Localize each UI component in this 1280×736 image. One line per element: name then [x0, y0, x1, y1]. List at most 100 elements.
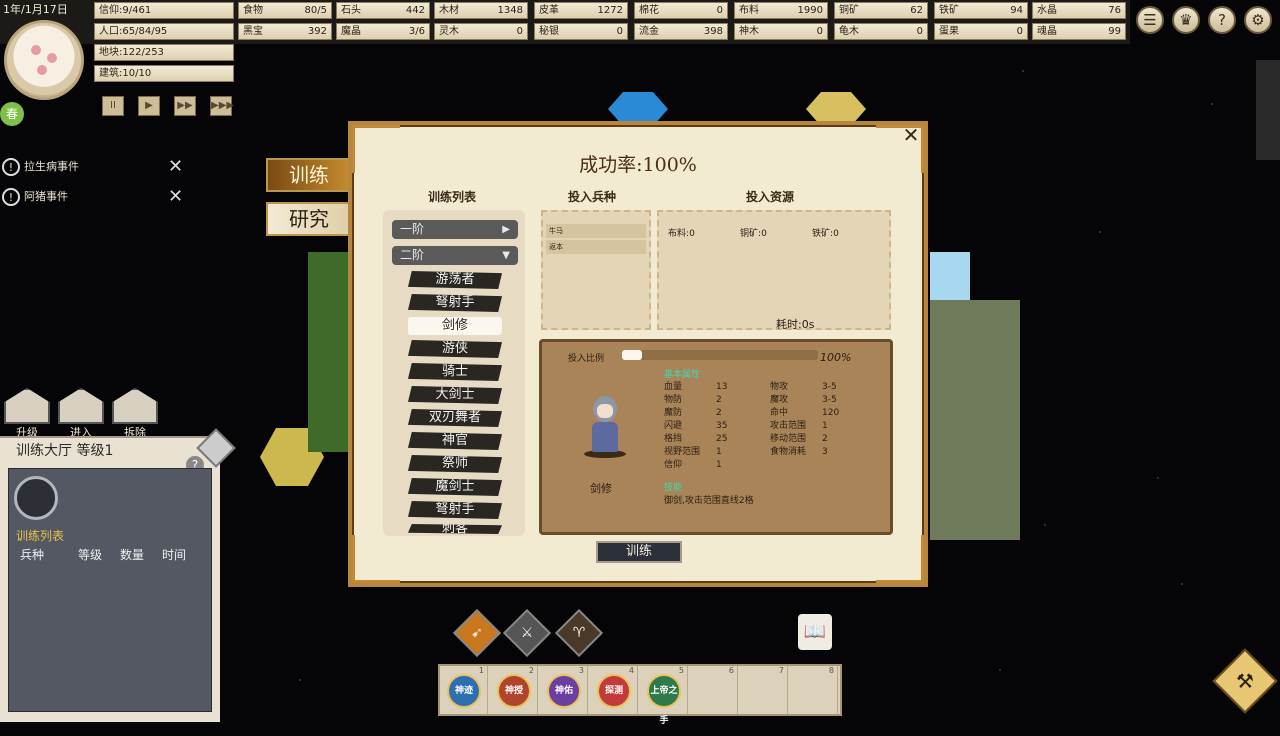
- map-tile[interactable]: [308, 252, 348, 452]
- skill-slot[interactable]: 1 神迹: [440, 666, 488, 714]
- unit-list-item[interactable]: 剑修: [408, 317, 502, 335]
- time-cost: 耗时:0s: [776, 318, 815, 331]
- tab-research[interactable]: 研究: [266, 202, 352, 236]
- attr-value: 3-5: [822, 395, 837, 405]
- slot-number: 4: [628, 666, 634, 675]
- resource-2: 木材 1348: [434, 2, 528, 19]
- resource-1: 石头 442: [336, 2, 430, 19]
- resource-input-heading: 投入资源: [746, 190, 795, 204]
- unit-slot[interactable]: 牛马: [546, 224, 646, 238]
- gear-icon[interactable]: ⚙: [1244, 6, 1272, 34]
- unit-list-item[interactable]: 大剑士: [408, 386, 502, 404]
- book-icon[interactable]: 📖: [798, 614, 832, 650]
- unit-list-item[interactable]: 魔剑士: [408, 478, 502, 496]
- map-tile[interactable]: [930, 300, 1020, 540]
- unit-list-item[interactable]: 骑士: [408, 363, 502, 381]
- column-header: 时间: [162, 548, 187, 562]
- resource-2: 灵木 0: [434, 23, 528, 40]
- skill-description: 御剑,攻击范围直线2格: [664, 496, 754, 506]
- unit-list-item[interactable]: 刺客: [408, 524, 502, 534]
- resource-cost: 布料:0: [668, 229, 695, 239]
- walk-icon: [58, 388, 104, 424]
- attr-name: 信仰: [664, 460, 683, 470]
- unit-portrait: [584, 396, 626, 460]
- skill-slot[interactable]: 2 神授: [490, 666, 538, 714]
- event-item[interactable]: ! 阿猪事件: [2, 186, 68, 208]
- skill-slot[interactable]: 7: [740, 666, 788, 714]
- unit-name: 剑修: [590, 482, 612, 495]
- attr-value: 13: [716, 382, 728, 392]
- attr-value: 35: [716, 421, 728, 431]
- tab-train[interactable]: 训练: [266, 158, 352, 192]
- skill-orb-icon: 探测: [597, 674, 631, 708]
- pause-button[interactable]: II: [102, 96, 124, 116]
- unit-list-item[interactable]: 双刃舞者: [408, 409, 502, 427]
- event-item[interactable]: ! 拉生病事件: [2, 156, 79, 178]
- skill-slot[interactable]: 5 上帝之手: [640, 666, 688, 726]
- resource-4: 流金 398: [634, 23, 728, 40]
- slot-number: 7: [778, 666, 784, 675]
- close-icon[interactable]: ✕: [168, 186, 183, 207]
- resource-5: 布料 1990: [734, 2, 828, 19]
- blossom-icon: [37, 65, 47, 75]
- ratio-label: 投入比例: [568, 354, 605, 364]
- attr-value: 120: [822, 408, 840, 418]
- slot-number: 5: [678, 666, 684, 675]
- tier-2-toggle[interactable]: 二阶 ▼: [392, 246, 518, 265]
- attr-value: 1: [716, 460, 722, 470]
- ratio-percent: 100%: [820, 351, 852, 364]
- attr-value: 1: [716, 447, 722, 457]
- season-dial[interactable]: [4, 20, 84, 100]
- ratio-slider[interactable]: [622, 350, 818, 360]
- unit-list-item[interactable]: 游荡者: [408, 271, 502, 289]
- attr-value: 2: [822, 434, 828, 444]
- play-button[interactable]: ▶: [138, 96, 160, 116]
- unit-list-item[interactable]: 神官: [408, 432, 502, 450]
- success-rate: 成功率:100%: [579, 154, 697, 176]
- blossom-icon: [31, 45, 41, 55]
- resource-7: 铁矿 94: [934, 2, 1028, 19]
- alert-icon: !: [2, 188, 20, 206]
- resource-6: 铜矿 62: [834, 2, 928, 19]
- fastest-button[interactable]: ▶▶▶: [210, 96, 234, 116]
- train-button[interactable]: 训练: [596, 541, 682, 563]
- list-icon[interactable]: ☰: [1136, 6, 1164, 34]
- slot-number: 8: [828, 666, 834, 675]
- unit-list-item[interactable]: 游侠: [408, 340, 502, 358]
- tier-1-toggle[interactable]: 一阶 ▶: [392, 220, 518, 239]
- ratio-slider-fill[interactable]: [622, 350, 642, 360]
- corner-ornament: [352, 535, 400, 583]
- house-icon: [4, 388, 50, 424]
- resource-cost: 铁矿:0: [812, 229, 839, 239]
- attr-name: 物防: [664, 395, 683, 405]
- demolish-button[interactable]: 拆除: [112, 388, 158, 440]
- skill-slot[interactable]: 3 神佑: [540, 666, 588, 714]
- skill-slot[interactable]: 6: [690, 666, 738, 714]
- resource-0: 黑宝 392: [238, 23, 332, 40]
- attr-name: 攻击范围: [770, 421, 807, 431]
- enter-button[interactable]: 进入: [58, 388, 104, 440]
- attr-name: 格挡: [664, 434, 683, 444]
- skill-heading: 技能: [664, 483, 683, 493]
- map-tile[interactable]: [1256, 60, 1280, 160]
- unit-list-item[interactable]: 弩射手: [408, 294, 502, 312]
- resource-0: 食物 80/5: [238, 2, 332, 19]
- skill-slot[interactable]: 4 探测: [590, 666, 638, 714]
- upgrade-button[interactable]: 升级: [4, 388, 50, 440]
- skill-orb-icon: 神佑: [547, 674, 581, 708]
- close-icon[interactable]: ✕: [168, 156, 183, 177]
- shovel-icon: [112, 388, 158, 424]
- close-icon[interactable]: ✕: [898, 122, 924, 148]
- fast-forward-button[interactable]: ▶▶: [174, 96, 196, 116]
- help-icon[interactable]: ?: [1208, 6, 1236, 34]
- skill-slot[interactable]: 8: [790, 666, 838, 714]
- resource-8: 魂晶 99: [1032, 23, 1126, 40]
- unit-slot[interactable]: 返本: [546, 240, 646, 254]
- season-badge: 春: [0, 102, 24, 126]
- unit-list-item[interactable]: 弩射手: [408, 501, 502, 519]
- resource-6: 龟木 0: [834, 23, 928, 40]
- unit-list-item[interactable]: 祭师: [408, 455, 502, 473]
- skill-orb-icon: 神授: [497, 674, 531, 708]
- crown-icon[interactable]: ♛: [1172, 6, 1200, 34]
- skill-orb-icon: 上帝之手: [647, 674, 681, 726]
